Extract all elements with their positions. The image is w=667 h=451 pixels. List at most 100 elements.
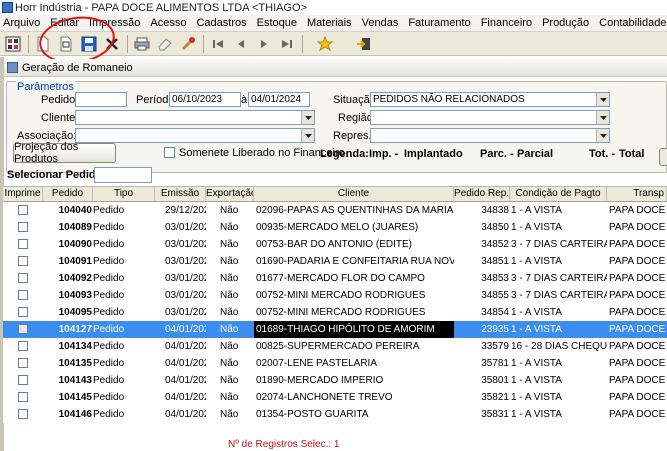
chevron-down-icon[interactable] <box>596 111 609 124</box>
projecao-produtos-button[interactable]: Projeção dos Produtos <box>13 141 116 165</box>
column-header-exportacao[interactable]: Exportação <box>206 187 254 201</box>
menu-cadastros[interactable]: Cadastros <box>191 17 251 29</box>
menu-faturamento[interactable]: Faturamento <box>403 17 475 29</box>
imprime-checkbox[interactable] <box>18 205 28 215</box>
previous-record-icon[interactable] <box>231 34 251 54</box>
eraser-icon[interactable] <box>155 34 175 54</box>
regiao-select[interactable] <box>370 110 610 125</box>
truncated-button[interactable] <box>659 148 667 166</box>
imprime-checkbox[interactable] <box>18 375 28 385</box>
last-record-icon[interactable] <box>277 34 297 54</box>
periodo-separator: à <box>241 94 248 106</box>
table-row[interactable]: 104090Pedido 03/01/2024 Não 00753-BAR DO AN… <box>3 236 667 253</box>
chevron-down-icon[interactable] <box>301 111 314 124</box>
periodo-to-field[interactable]: 04/01/2024 <box>248 92 310 107</box>
legenda-parc: Parc. - <box>480 148 514 160</box>
repres-label: Repres.: <box>333 130 375 142</box>
periodo-from-field[interactable]: 06/10/2023 <box>169 92 241 107</box>
exportacao-cell: Não <box>220 324 239 335</box>
menu-impressao[interactable]: Impressão <box>84 17 145 29</box>
imprime-checkbox[interactable] <box>18 409 28 419</box>
emissao-cell: 03/01/2024 <box>165 307 206 318</box>
imprime-checkbox[interactable] <box>18 222 28 232</box>
grid-icon[interactable] <box>3 34 23 54</box>
table-row[interactable]: 104146Pedido 04/01/2024 Não 01354-POSTO GUA… <box>3 406 667 423</box>
selecionar-pedido-input[interactable] <box>94 167 152 183</box>
delete-icon[interactable] <box>102 34 122 54</box>
edit-document-icon[interactable] <box>56 34 76 54</box>
table-row[interactable]: 104143Pedido 04/01/2024 Não 01890-MERCADO I… <box>3 372 667 389</box>
first-record-icon[interactable] <box>208 34 228 54</box>
menu-estoque[interactable]: Estoque <box>252 17 302 29</box>
condicao-cell: 3 - 7 DIAS CARTEIRA <box>511 273 607 284</box>
column-header-imprime[interactable]: Imprime <box>3 187 43 201</box>
column-header-emissao[interactable]: Emissão <box>155 187 206 201</box>
table-row[interactable]: 104092Pedido 03/01/2024 Não 01677-MERCADO F… <box>3 270 667 287</box>
imprime-cell <box>3 253 43 270</box>
condicao-cell: 3 - 7 DIAS CARTEIRA <box>511 290 607 301</box>
menu-producao[interactable]: Produção <box>537 17 594 29</box>
menu-financeiro[interactable]: Financeiro <box>476 17 537 29</box>
column-header-cliente[interactable]: Cliente <box>254 187 454 201</box>
emissao-cell: 03/01/2024 <box>165 290 206 301</box>
imprime-checkbox[interactable] <box>18 392 28 402</box>
tools-icon[interactable] <box>178 34 198 54</box>
menu-contabilidade[interactable]: Contabilidade <box>594 17 667 29</box>
star-icon[interactable] <box>315 34 335 54</box>
exit-icon[interactable] <box>354 34 374 54</box>
cliente-cell: 02074-LANCHONETE TREVO <box>256 392 393 403</box>
column-header-tipo[interactable]: Tipo <box>93 187 155 201</box>
column-header-condicao[interactable]: Condição de Pagto <box>510 187 607 201</box>
table-row[interactable]: 104134Pedido 04/01/2024 Não 00825-SUPERMERC… <box>3 338 667 355</box>
imprime-checkbox[interactable] <box>18 307 28 317</box>
legenda-imp-value: Implantado <box>404 148 463 160</box>
menu-arquivo[interactable]: Arquivo <box>0 17 45 29</box>
menu-materiais[interactable]: Materiais <box>302 17 357 29</box>
pedido-field[interactable] <box>75 92 127 107</box>
transp-cell: PAPA DOCE <box>609 222 666 233</box>
emissao-cell: 04/01/2024 <box>165 358 206 369</box>
table-row[interactable]: 104145Pedido 04/01/2024 Não 02074-LANCHONET… <box>3 389 667 406</box>
table-row[interactable]: 104093Pedido 03/01/2024 Não 00752-MINI MERC… <box>3 287 667 304</box>
next-record-icon[interactable] <box>254 34 274 54</box>
save-icon[interactable] <box>79 34 99 54</box>
table-row[interactable]: 104135Pedido 04/01/2024 Não 02007-LENE PAST… <box>3 355 667 372</box>
table-row[interactable]: 104095Pedido 03/01/2024 Não 00752-MINI MERC… <box>3 304 667 321</box>
condicao-cell: 1 - A VISTA <box>511 205 562 216</box>
imprime-checkbox[interactable] <box>18 324 28 334</box>
table-row[interactable]: 104089Pedido 03/01/2024 Não 00935-MERCADO M… <box>3 219 667 236</box>
table-row[interactable]: 104127Pedido 04/01/2024 Não 01689-THIAGO HI… <box>3 321 667 338</box>
menu-acesso[interactable]: Acesso <box>145 17 191 29</box>
imprime-checkbox[interactable] <box>18 273 28 283</box>
chevron-down-icon[interactable] <box>301 129 314 142</box>
cliente-cell: 01689-THIAGO HIPÓLITO DE AMORIM <box>254 321 454 338</box>
imprime-checkbox[interactable] <box>18 341 28 351</box>
column-header-pedido-rep[interactable]: Pedido Rep. <box>454 187 510 201</box>
new-document-icon[interactable] <box>33 34 53 54</box>
column-header-pedido[interactable]: Pedido <box>43 187 93 201</box>
imprime-checkbox[interactable] <box>18 256 28 266</box>
menu-editar[interactable]: Editar <box>45 17 84 29</box>
somente-liberado-checkbox[interactable] <box>164 147 175 158</box>
table-row[interactable]: 104091Pedido 03/01/2024 Não 01690-PADARIA E… <box>3 253 667 270</box>
situacao-select[interactable]: PEDIDOS NÃO RELACIONADOS <box>370 92 610 107</box>
chevron-down-icon[interactable] <box>596 129 609 142</box>
transp-cell: PAPA DOCE <box>609 307 666 318</box>
pedido-cell: 104089 <box>58 222 92 233</box>
column-header-transp[interactable]: Transp <box>607 187 667 201</box>
emissao-cell: 29/12/2023 <box>165 205 206 216</box>
chevron-down-icon[interactable] <box>596 93 609 106</box>
condicao-cell: 1 - A VISTA <box>511 222 562 233</box>
imprime-checkbox[interactable] <box>18 239 28 249</box>
tipo-cell: Pedido <box>93 222 125 233</box>
imprime-checkbox[interactable] <box>18 358 28 368</box>
print-icon[interactable] <box>132 34 152 54</box>
table-row[interactable]: 104040Pedido 29/12/2023 Não 02096-PAPAS AS … <box>3 202 667 219</box>
cliente-cell: 02007-LENE PASTELARIA <box>256 358 377 369</box>
condicao-cell: 1 - A VISTA <box>511 358 562 369</box>
menu-vendas[interactable]: Vendas <box>357 17 404 29</box>
imprime-checkbox[interactable] <box>18 290 28 300</box>
cliente-select[interactable] <box>75 110 315 125</box>
repres-select[interactable] <box>370 128 610 143</box>
cliente-cell: 00825-SUPERMERCADO PEREIRA <box>256 341 420 352</box>
